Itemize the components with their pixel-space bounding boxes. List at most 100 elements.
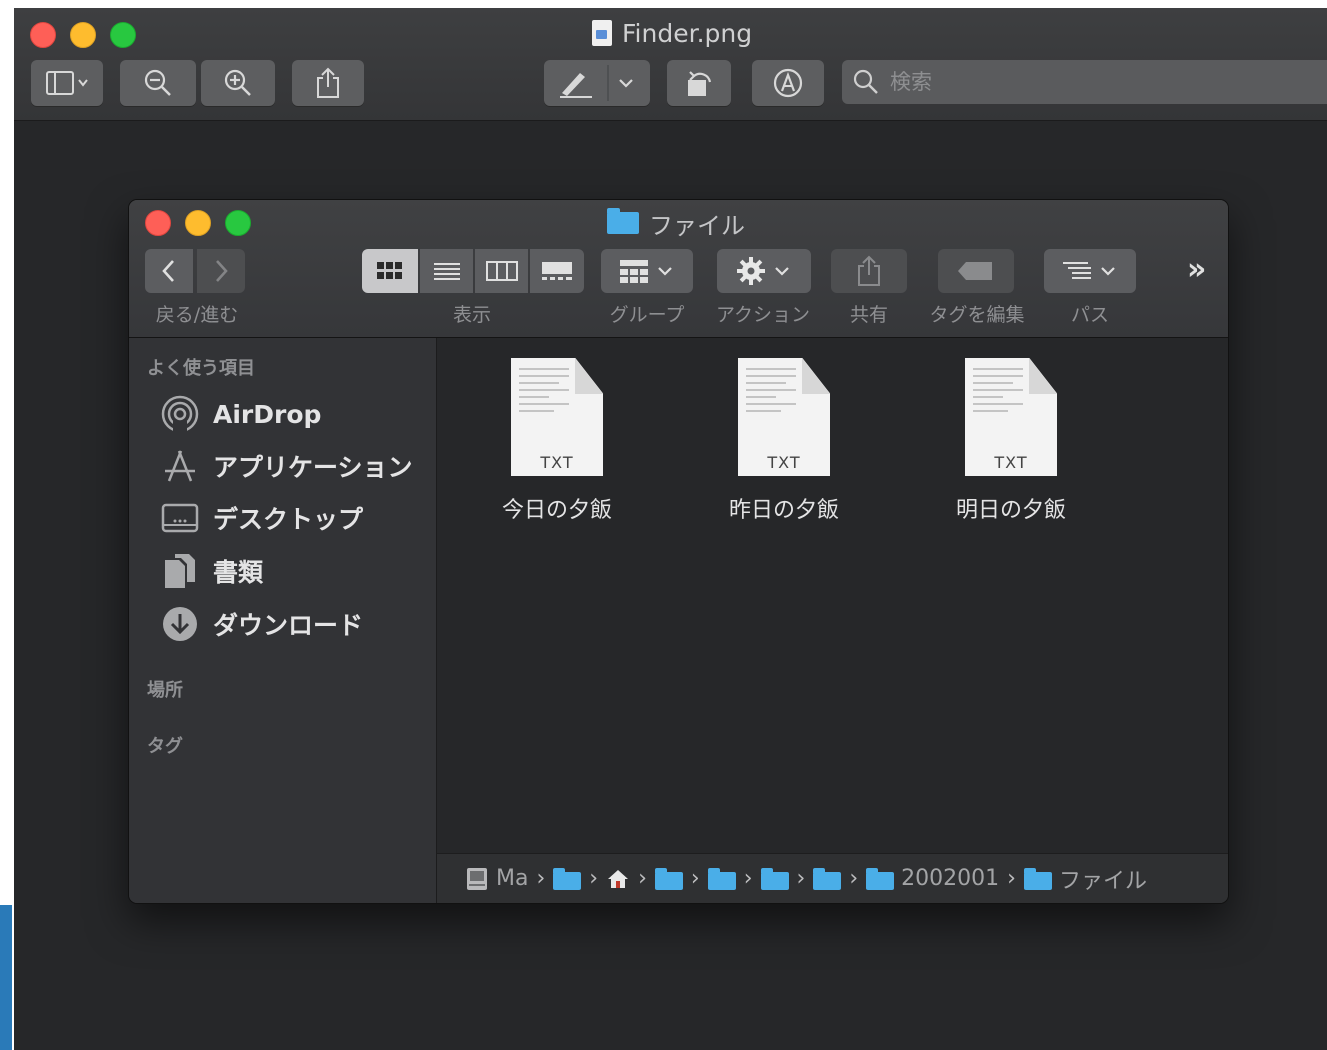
column-view-button[interactable]	[475, 249, 528, 293]
sidebar-item-label: AirDrop	[213, 399, 322, 429]
icon-view-button[interactable]	[362, 249, 418, 293]
desktop-background-top	[0, 0, 1327, 8]
list-view-button[interactable]	[420, 249, 473, 293]
group-label: グループ	[609, 304, 685, 326]
txt-file-icon: TXT	[511, 358, 603, 476]
users-folder-icon[interactable]	[553, 867, 582, 890]
rotate-button[interactable]	[667, 60, 731, 106]
finder-toolbar: ファイル 戻る/進む 表示 グループ アクション 共有 タグを編集 パス »	[129, 200, 1228, 338]
view-label: 表示	[452, 304, 491, 326]
path-separator-icon: ›	[1007, 866, 1016, 891]
chevron-down-icon	[619, 79, 633, 88]
list-view-icon	[433, 263, 460, 280]
folder-icon[interactable]	[813, 867, 842, 890]
file-browser-area[interactable]: TXT 今日の夕飯 TXT 昨日の夕飯 TXT 明日の夕飯	[437, 338, 1228, 853]
rotate-icon	[688, 71, 712, 96]
path-crumb-disk[interactable]: Ma	[465, 866, 528, 892]
folder-icon	[607, 208, 639, 234]
finder-window: ファイル 戻る/進む 表示 グループ アクション 共有 タグを編集 パス » よ…	[128, 199, 1229, 904]
path-crumb-current[interactable]: ファイル	[1023, 863, 1147, 895]
action-button[interactable]	[717, 249, 811, 293]
markup-circle-icon	[773, 68, 803, 98]
search-input[interactable]	[888, 69, 1312, 95]
edit-tags-button[interactable]	[938, 249, 1014, 293]
markup-button[interactable]	[544, 60, 650, 106]
annotate-button[interactable]	[752, 60, 824, 106]
search-icon	[853, 69, 878, 94]
sidebar-toggle-button[interactable]	[31, 60, 103, 106]
path-label: パス	[1070, 304, 1109, 326]
document-icon	[592, 20, 612, 46]
airdrop-icon	[161, 395, 199, 433]
folder-icon[interactable]	[707, 867, 736, 890]
finder-share-button[interactable]	[831, 249, 907, 293]
search-field[interactable]	[842, 60, 1327, 104]
minimize-button[interactable]	[70, 22, 96, 48]
sidebar-item-airdrop[interactable]: AirDrop	[161, 394, 321, 434]
finder-sidebar: よく使う項目 AirDrop アプリケーション デスクトップ 書類 ダウンロード…	[129, 338, 437, 903]
zoom-in-button[interactable]	[201, 60, 275, 106]
file-name: 昨日の夕飯	[728, 498, 839, 523]
favorites-heading: よく使う項目	[147, 358, 255, 379]
finder-zoom-button[interactable]	[225, 210, 251, 236]
sidebar-toggle-icon	[46, 71, 88, 95]
pen-icon	[560, 65, 609, 101]
path-separator-icon: ›	[743, 866, 753, 891]
window-title: Finder.png	[592, 18, 752, 48]
icon-view-icon	[377, 262, 402, 279]
applications-icon	[161, 447, 199, 485]
zoom-button[interactable]	[110, 22, 136, 48]
desktop-item-edge	[0, 905, 12, 1050]
folder-icon	[1023, 867, 1052, 890]
finder-minimize-button[interactable]	[185, 210, 211, 236]
finder-title-text: ファイル	[649, 211, 745, 240]
zoom-in-icon	[224, 69, 251, 96]
gallery-view-button[interactable]	[530, 249, 584, 293]
txt-file-icon: TXT	[965, 358, 1057, 476]
sidebar-item-label: デスクトップ	[213, 505, 364, 534]
zoom-out-button[interactable]	[120, 60, 196, 106]
desktop-folder-icon[interactable]	[654, 867, 683, 890]
share-button[interactable]	[292, 60, 364, 106]
group-button[interactable]	[601, 249, 693, 293]
file-name: 今日の夕飯	[501, 498, 612, 523]
folder-icon	[866, 867, 895, 890]
locations-heading[interactable]: 場所	[147, 676, 183, 702]
preview-toolbar: Finder.png	[14, 8, 1327, 121]
file-item[interactable]: TXT 明日の夕飯	[931, 358, 1091, 524]
sidebar-item-applications[interactable]: アプリケーション	[161, 446, 413, 486]
edit-tags-label: タグを編集	[929, 304, 1025, 326]
desktop-icon	[161, 499, 199, 537]
sidebar-item-label: 書類	[213, 558, 264, 587]
chevron-left-icon	[162, 260, 174, 282]
path-crumb-2002001[interactable]: 2002001	[866, 866, 999, 891]
close-button[interactable]	[30, 22, 56, 48]
finder-close-button[interactable]	[145, 210, 171, 236]
path-separator-icon: ›	[589, 866, 599, 891]
chevron-right-icon	[216, 260, 228, 282]
column-view-icon	[485, 261, 518, 281]
sidebar-item-documents[interactable]: 書類	[161, 551, 263, 591]
file-item[interactable]: TXT 今日の夕飯	[477, 358, 637, 524]
sidebar-item-downloads[interactable]: ダウンロード	[161, 604, 363, 644]
file-item[interactable]: TXT 昨日の夕飯	[704, 358, 864, 524]
sidebar-item-desktop[interactable]: デスクトップ	[161, 498, 363, 538]
path-bar: Ma › › › › › › › 2002001 › ファイル	[437, 853, 1228, 903]
home-icon[interactable]	[606, 868, 630, 890]
toolbar-overflow-button[interactable]: »	[1187, 252, 1206, 287]
gallery-view-icon	[542, 262, 572, 280]
tags-heading[interactable]: タグ	[147, 732, 183, 758]
folder-icon[interactable]	[760, 867, 789, 890]
back-button[interactable]	[145, 249, 193, 293]
documents-icon	[161, 552, 199, 590]
gear-icon	[737, 257, 765, 285]
path-list-icon	[1063, 262, 1091, 279]
action-label: アクション	[715, 304, 811, 326]
chevron-down-icon	[775, 267, 789, 276]
chevron-down-icon	[658, 267, 672, 276]
path-separator-icon: ›	[849, 866, 859, 891]
path-button[interactable]	[1044, 249, 1136, 293]
forward-button[interactable]	[197, 249, 245, 293]
path-separator-icon: ›	[638, 866, 647, 891]
share-label: 共有	[849, 304, 888, 326]
